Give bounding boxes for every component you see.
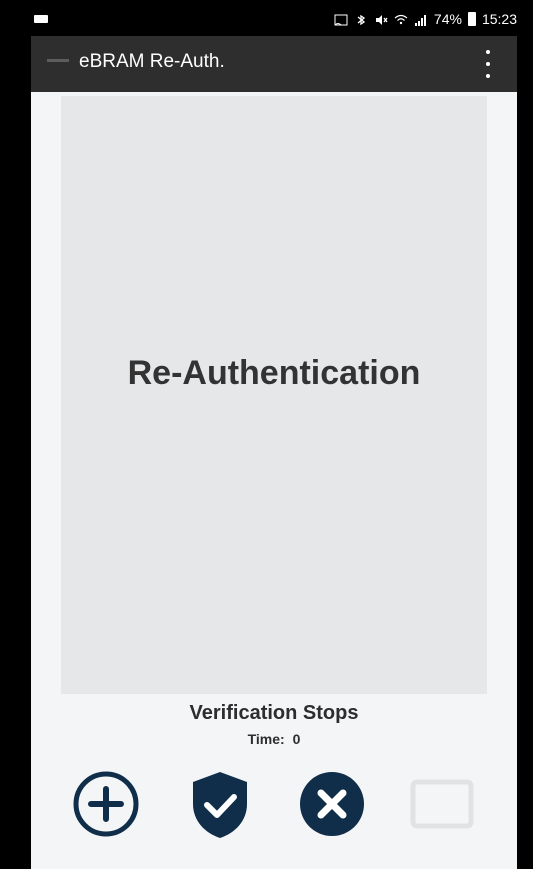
bluetooth-icon (354, 13, 368, 26)
signal-icon (414, 13, 428, 26)
time-label: Time: (247, 731, 285, 747)
timer-readout: Time: 0 (31, 731, 517, 747)
status-icons: 74% 15:23 (334, 11, 517, 27)
battery-icon (467, 12, 476, 26)
overflow-menu-button[interactable] (484, 50, 492, 78)
reject-button[interactable] (297, 769, 367, 839)
wifi-icon (394, 13, 408, 25)
phone-screen: 74% 15:23 eBRAM Re-Auth. Re-Authenticati… (0, 0, 533, 869)
app-title: eBRAM Re-Auth. (79, 51, 225, 72)
menu-dot (486, 50, 490, 54)
status-bar: 74% 15:23 (0, 0, 533, 38)
page-title: Re-Authentication (127, 354, 421, 392)
screen-record-icon (34, 15, 48, 23)
blank-rectangle-icon (410, 779, 474, 829)
close-circle-icon (300, 772, 364, 836)
reauth-panel: Re-Authentication (61, 96, 487, 694)
app-bar: eBRAM Re-Auth. (31, 36, 517, 92)
add-circle-icon (73, 771, 139, 837)
accept-button[interactable] (185, 769, 255, 839)
placeholder-button (407, 769, 477, 839)
battery-level: 74% (433, 11, 462, 27)
app-logo (47, 59, 69, 62)
cast-icon (334, 13, 348, 26)
mute-icon (374, 13, 388, 25)
shield-check-icon (193, 772, 247, 838)
add-button[interactable] (71, 769, 141, 839)
main-content: Re-Authentication Verification Stops Tim… (31, 92, 517, 869)
clock: 15:23 (481, 11, 517, 27)
menu-dot (486, 62, 490, 66)
time-value: 0 (292, 731, 301, 747)
verification-status: Verification Stops (189, 702, 359, 724)
menu-dot (486, 74, 490, 78)
